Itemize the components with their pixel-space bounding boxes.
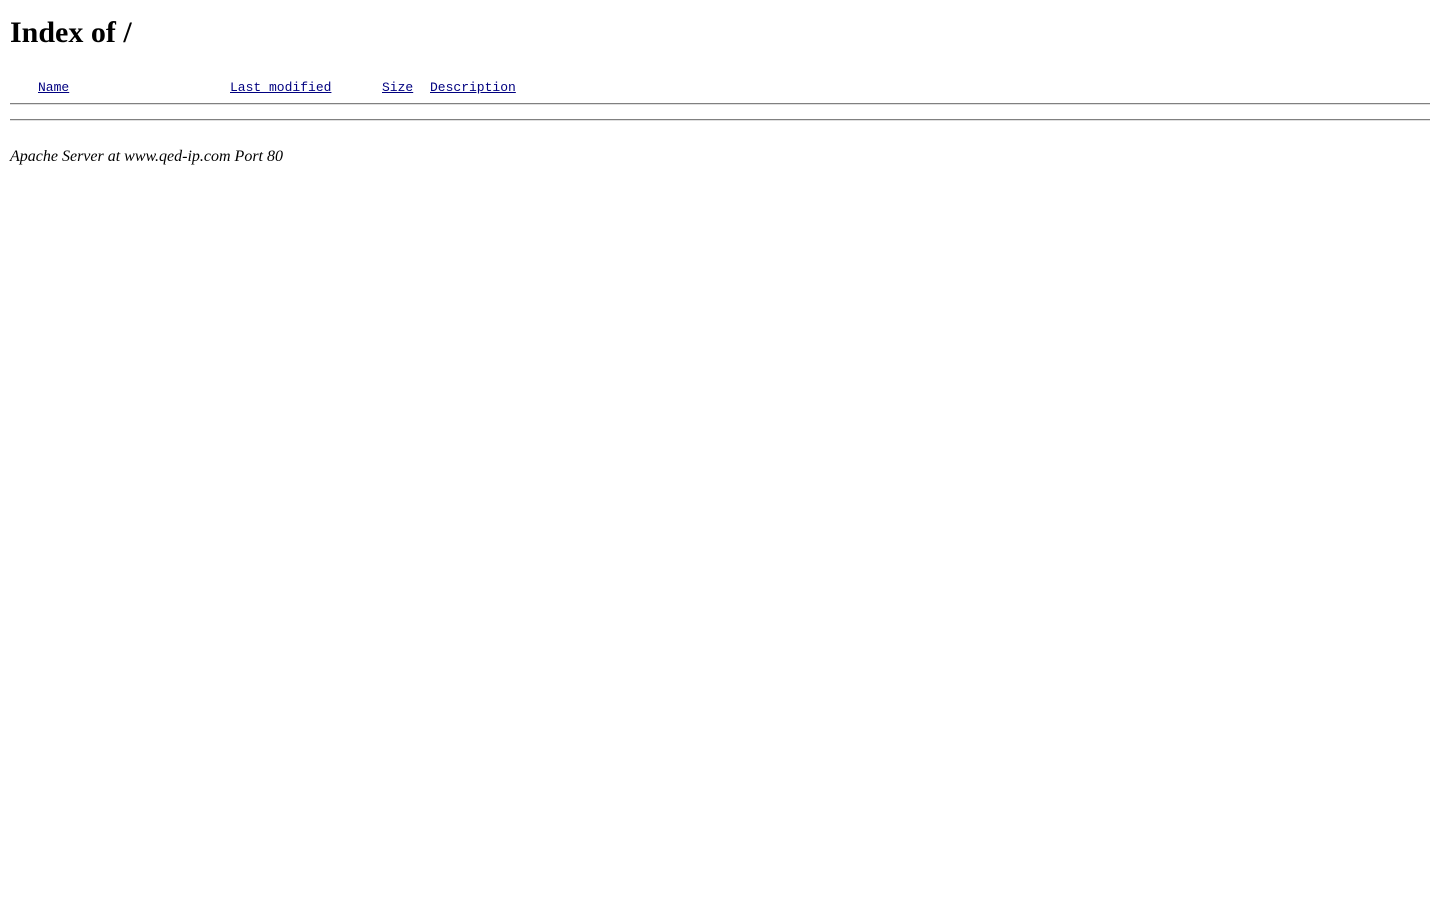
- page-title: Index of /: [10, 16, 132, 49]
- footer-divider: [10, 119, 1430, 121]
- listing-header: Name Last modified Size Description: [10, 80, 1430, 96]
- sort-by-size-link[interactable]: Size: [382, 80, 413, 96]
- sort-by-name-link[interactable]: Name: [38, 80, 69, 96]
- header-divider: [10, 103, 1430, 105]
- directory-index-page: Index of / Name Last modified Size Descr…: [0, 0, 1440, 166]
- blank-icon: [10, 80, 32, 96]
- server-signature: Apache Server at www.qed-ip.com Port 80: [10, 148, 283, 165]
- sort-by-description-link[interactable]: Description: [430, 80, 516, 96]
- sort-by-last-modified-link[interactable]: Last modified: [230, 80, 331, 96]
